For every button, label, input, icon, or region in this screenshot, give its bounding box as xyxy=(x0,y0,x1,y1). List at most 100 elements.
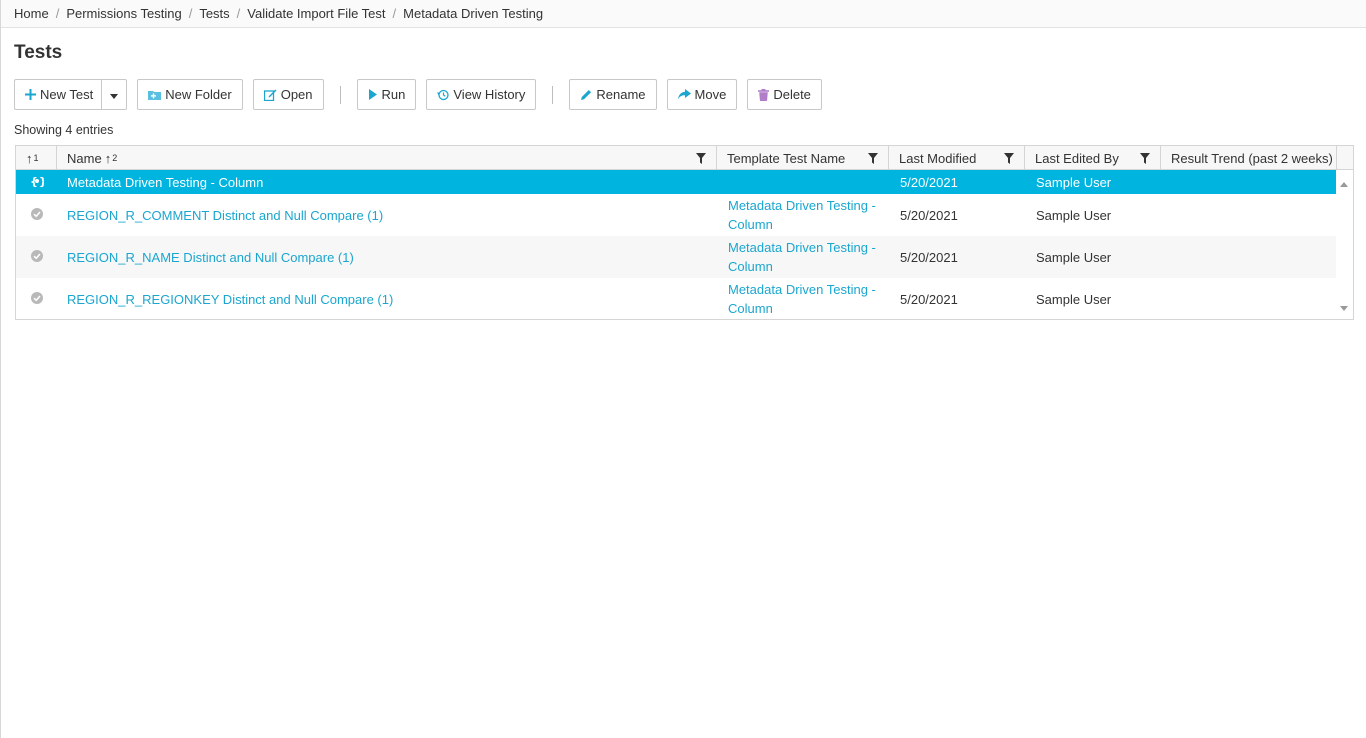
row-icon-cell xyxy=(16,249,57,265)
row-last-modified: 5/20/2021 xyxy=(900,291,958,307)
new-test-dropdown-button[interactable] xyxy=(101,79,128,110)
delete-button[interactable]: Delete xyxy=(747,79,822,110)
move-label: Move xyxy=(694,87,727,102)
breadcrumb-separator: / xyxy=(55,6,60,21)
run-button[interactable]: Run xyxy=(356,79,417,110)
row-last-edited-by: Sample User xyxy=(1036,207,1112,223)
breadcrumb-permissions-testing[interactable]: Permissions Testing xyxy=(66,6,181,21)
sort-up-arrow-icon: ↑ xyxy=(26,150,33,166)
page: Home / Permissions Testing / Tests / Val… xyxy=(0,0,1366,738)
row-last-edited-by: Sample User xyxy=(1036,291,1112,307)
vertical-scrollbar[interactable] xyxy=(1336,170,1353,319)
row-last-modified: 5/20/2021 xyxy=(900,249,958,265)
breadcrumb-home[interactable]: Home xyxy=(14,6,49,21)
breadcrumb-tests[interactable]: Tests xyxy=(199,6,229,21)
row-name[interactable]: REGION_R_COMMENT Distinct and Null Compa… xyxy=(57,208,718,223)
check-circle-icon xyxy=(30,291,43,307)
table-header: ↑ 1 Name ↑ 2 Template Test Name Last Modif… xyxy=(16,146,1353,170)
move-button[interactable]: Move xyxy=(666,79,738,110)
header-template-label: Template Test Name xyxy=(727,150,846,166)
filter-icon[interactable] xyxy=(868,152,878,167)
breadcrumb-metadata-driven-testing[interactable]: Metadata Driven Testing xyxy=(403,6,543,21)
row-icon-cell xyxy=(16,291,57,307)
trash-icon xyxy=(758,88,770,101)
toolbar: New Test New Folder Open Run View Histor… xyxy=(14,79,822,110)
row-template: Metadata Driven Testing - Column xyxy=(718,280,890,318)
sort-order: 2 xyxy=(112,153,118,163)
check-circle-icon xyxy=(30,249,43,265)
table-row[interactable]: REGION_R_NAME Distinct and Null Compare … xyxy=(16,236,1336,278)
scroll-up-arrow-icon[interactable] xyxy=(1340,175,1348,190)
open-button[interactable]: Open xyxy=(252,79,324,110)
breadcrumb-separator: / xyxy=(188,6,193,21)
folder-plus-icon xyxy=(148,90,162,100)
check-circle-icon xyxy=(30,207,43,223)
table-row[interactable]: REGION_R_COMMENT Distinct and Null Compa… xyxy=(16,194,1336,236)
new-test-button[interactable]: New Test xyxy=(14,79,102,110)
table-row[interactable]: {} Metadata Driven Testing - Column 5/20… xyxy=(16,170,1336,194)
plus-icon xyxy=(25,89,36,100)
row-template-link[interactable]: Metadata Driven Testing - Column xyxy=(728,196,888,234)
filter-icon[interactable] xyxy=(1140,152,1150,167)
header-template-test-name[interactable]: Template Test Name xyxy=(717,146,889,170)
tests-table: ↑ 1 Name ↑ 2 Template Test Name Last Modif… xyxy=(15,145,1354,320)
header-result-trend-label: Result Trend (past 2 weeks) xyxy=(1171,150,1333,166)
view-history-label: View History xyxy=(453,87,526,102)
header-last-edited-by[interactable]: Last Edited By xyxy=(1025,146,1161,170)
row-last-edited-by: Sample User xyxy=(1036,174,1112,190)
header-result-trend[interactable]: Result Trend (past 2 weeks) xyxy=(1161,146,1337,170)
header-last-modified-label: Last Modified xyxy=(899,150,977,166)
row-name[interactable]: Metadata Driven Testing - Column xyxy=(57,175,718,190)
table-row[interactable]: REGION_R_REGIONKEY Distinct and Null Com… xyxy=(16,278,1336,320)
header-name[interactable]: Name ↑ 2 xyxy=(57,146,717,170)
table-body: {} Metadata Driven Testing - Column 5/20… xyxy=(16,170,1336,320)
toolbar-divider xyxy=(339,85,341,104)
open-label: Open xyxy=(280,87,313,102)
svg-text:}: } xyxy=(39,175,44,187)
row-name[interactable]: REGION_R_NAME Distinct and Null Compare … xyxy=(57,250,718,265)
new-test-split-button: New Test xyxy=(14,79,128,110)
metadata-template-icon: {} xyxy=(30,175,47,190)
new-folder-button[interactable]: New Folder xyxy=(137,79,243,110)
row-template-link[interactable]: Metadata Driven Testing - Column xyxy=(728,280,888,318)
new-test-label: New Test xyxy=(40,87,94,102)
delete-label: Delete xyxy=(773,87,811,102)
row-name[interactable]: REGION_R_REGIONKEY Distinct and Null Com… xyxy=(57,292,718,307)
header-name-label: Name xyxy=(67,150,102,166)
play-icon xyxy=(368,89,378,100)
row-name-link[interactable]: REGION_R_REGIONKEY Distinct and Null Com… xyxy=(67,292,393,307)
row-icon-cell xyxy=(16,207,57,223)
toolbar-divider xyxy=(552,85,554,104)
sort-up-arrow-icon: ↑ xyxy=(104,150,112,166)
row-name-link[interactable]: REGION_R_COMMENT Distinct and Null Compa… xyxy=(67,208,383,223)
row-last-modified: 5/20/2021 xyxy=(900,207,958,223)
row-name-link[interactable]: REGION_R_NAME Distinct and Null Compare … xyxy=(67,250,354,265)
caret-down-icon xyxy=(110,87,119,102)
share-arrow-icon xyxy=(677,89,691,100)
breadcrumb-separator: / xyxy=(236,6,241,21)
row-icon-cell: {} xyxy=(16,175,57,190)
breadcrumb: Home / Permissions Testing / Tests / Val… xyxy=(1,0,1366,28)
filter-icon[interactable] xyxy=(696,152,706,167)
pencil-icon xyxy=(580,89,592,101)
history-icon xyxy=(437,89,450,101)
row-last-modified: 5/20/2021 xyxy=(900,174,958,190)
rename-button[interactable]: Rename xyxy=(569,79,657,110)
edit-icon xyxy=(263,89,277,101)
view-history-button[interactable]: View History xyxy=(426,79,537,110)
header-last-modified[interactable]: Last Modified xyxy=(889,146,1025,170)
row-template: Metadata Driven Testing - Column xyxy=(718,238,890,276)
run-label: Run xyxy=(381,87,406,102)
scroll-down-arrow-icon[interactable] xyxy=(1340,299,1348,314)
page-title: Tests xyxy=(14,42,63,63)
sort-order: 1 xyxy=(33,153,39,163)
header-last-edited-by-label: Last Edited By xyxy=(1035,150,1119,166)
filter-icon[interactable] xyxy=(1004,152,1014,167)
breadcrumb-separator: / xyxy=(392,6,397,21)
rename-label: Rename xyxy=(596,87,646,102)
breadcrumb-validate-import-file-test[interactable]: Validate Import File Test xyxy=(247,6,385,21)
row-template-link[interactable]: Metadata Driven Testing - Column xyxy=(728,238,888,276)
row-last-edited-by: Sample User xyxy=(1036,249,1112,265)
entries-count: Showing 4 entries xyxy=(14,123,114,137)
header-icon-column[interactable]: ↑ 1 xyxy=(16,146,57,170)
